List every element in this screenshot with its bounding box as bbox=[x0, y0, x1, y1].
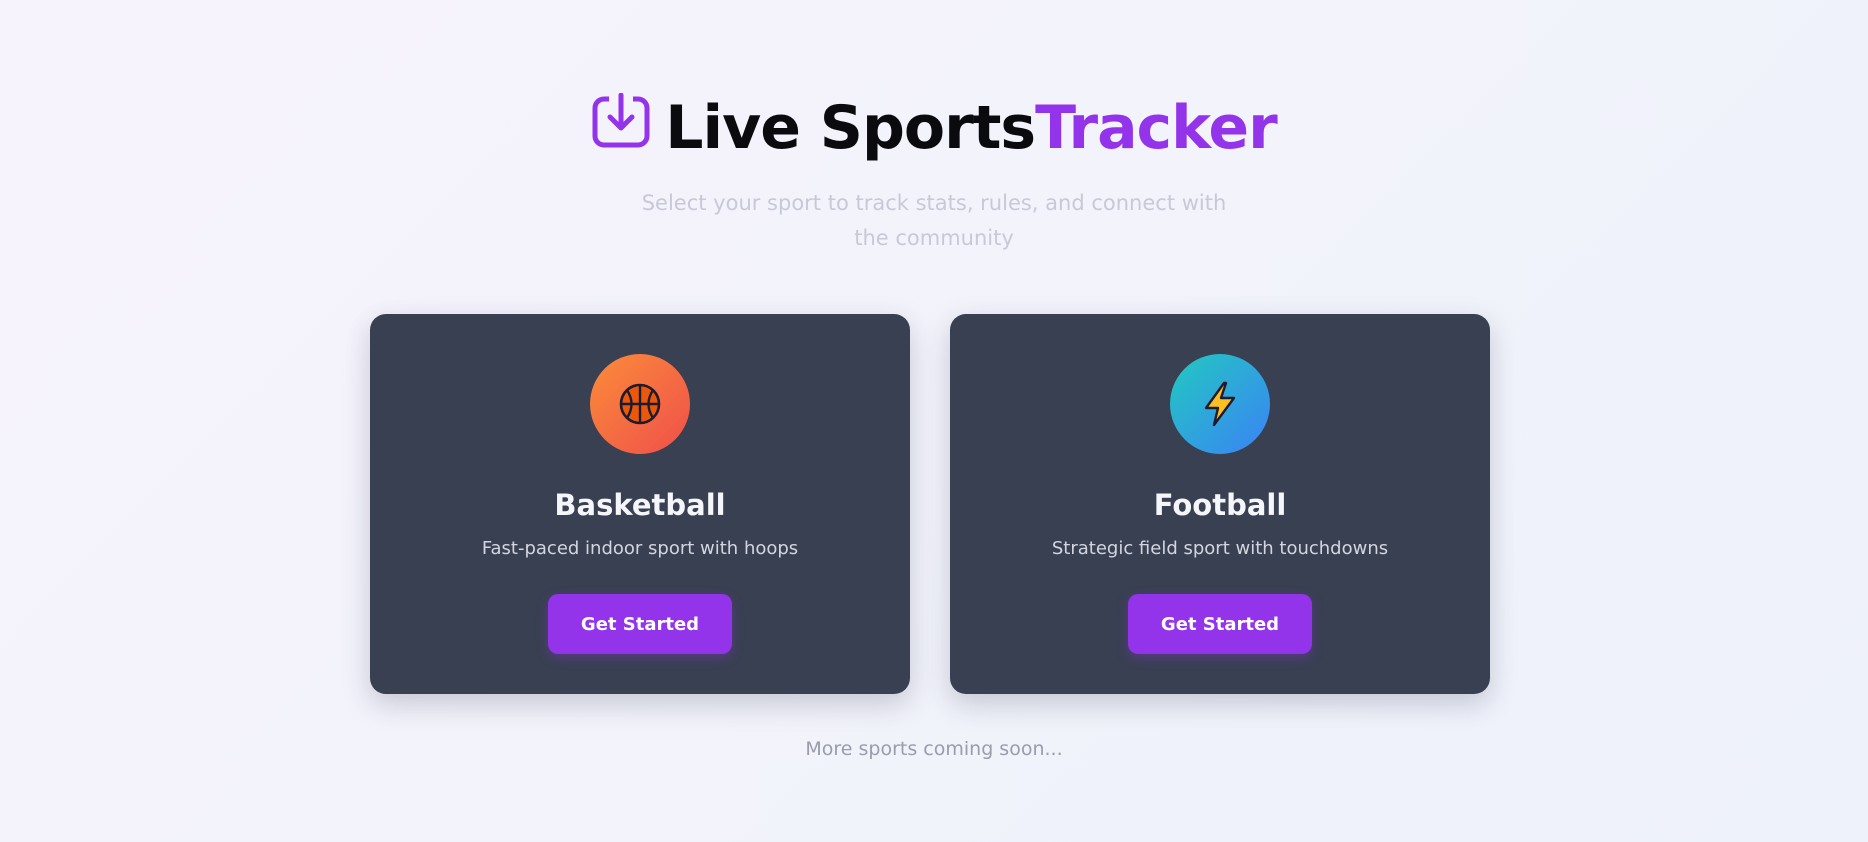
title-accent: Tracker bbox=[1035, 93, 1278, 163]
card-description: Strategic field sport with touchdowns bbox=[1051, 538, 1389, 559]
page-header: Live SportsTracker bbox=[0, 92, 1868, 164]
page-subtitle: Select your sport to track stats, rules,… bbox=[641, 191, 1227, 250]
basketball-icon-badge bbox=[590, 354, 690, 454]
page-title: Live SportsTracker bbox=[665, 92, 1278, 164]
coming-soon-note: More sports coming soon... bbox=[805, 738, 1063, 760]
sport-card-football: Football Strategic field sport with touc… bbox=[950, 314, 1490, 694]
sport-cards: Basketball Fast-paced indoor sport with … bbox=[370, 314, 1490, 694]
sport-card-basketball: Basketball Fast-paced indoor sport with … bbox=[370, 314, 910, 694]
get-started-button-basketball[interactable]: Get Started bbox=[548, 594, 732, 654]
get-started-button-football[interactable]: Get Started bbox=[1128, 594, 1312, 654]
title-main: Live Sports bbox=[665, 93, 1036, 163]
card-title: Basketball bbox=[554, 488, 726, 522]
lightning-icon-badge bbox=[1170, 354, 1270, 454]
basketball-icon bbox=[619, 383, 661, 425]
card-title: Football bbox=[1153, 488, 1287, 522]
download-tray-icon bbox=[592, 93, 650, 148]
card-description: Fast-paced indoor sport with hoops bbox=[481, 538, 799, 559]
lightning-icon bbox=[1204, 381, 1236, 427]
